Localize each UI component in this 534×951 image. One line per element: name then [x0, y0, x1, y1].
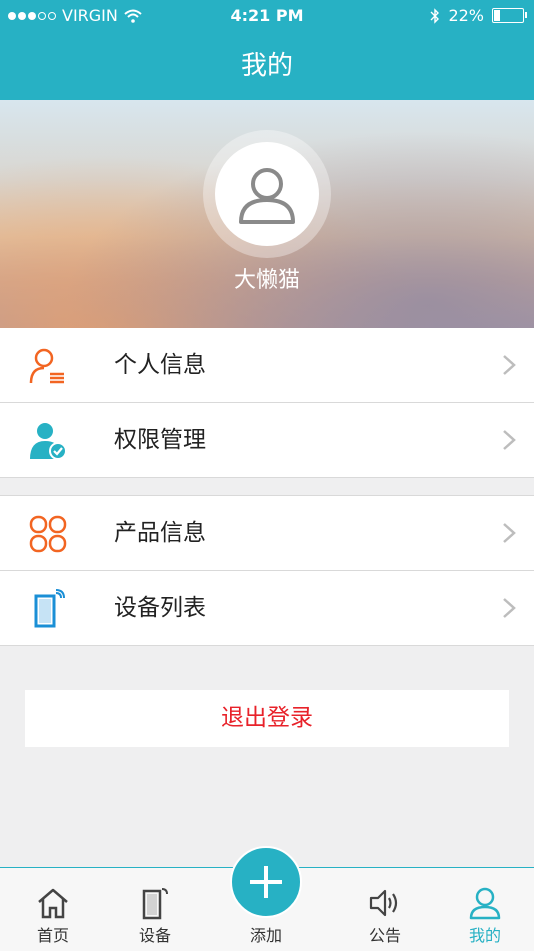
avatar[interactable] — [215, 142, 319, 246]
user-icon — [469, 887, 501, 920]
menu-item-device-list[interactable]: 设备列表 — [0, 571, 534, 646]
menu-item-label: 个人信息 — [114, 352, 206, 378]
tab-announcement[interactable]: 公告 — [344, 868, 426, 951]
personal-info-icon — [29, 348, 64, 384]
chevron-right-icon — [503, 355, 516, 375]
tab-label: 我的 — [468, 926, 501, 945]
device-icon — [142, 888, 168, 920]
status-right: 22% — [430, 6, 527, 25]
tab-mine[interactable]: 我的 — [444, 868, 526, 951]
user-avatar-icon — [239, 168, 295, 224]
device-list-icon — [34, 589, 65, 628]
menu-item-label: 产品信息 — [114, 520, 206, 546]
nav-bar: 我的 — [0, 32, 534, 100]
plus-icon — [250, 866, 282, 898]
menu-item-label: 权限管理 — [114, 427, 206, 453]
tab-label: 首页 — [36, 926, 69, 945]
menu-item-permission[interactable]: 权限管理 — [0, 403, 534, 478]
tab-add[interactable] — [230, 846, 302, 918]
menu-item-personal-info[interactable]: 个人信息 — [0, 328, 534, 403]
product-info-icon — [29, 515, 67, 553]
tab-label: 公告 — [368, 926, 401, 945]
status-bar: VIRGIN 4:21 PM 22% — [0, 0, 534, 32]
tab-add-label: 添加 — [249, 926, 282, 945]
chevron-right-icon — [503, 430, 516, 450]
menu-group-products: 产品信息 设备列表 — [0, 495, 534, 646]
battery-percent: 22% — [448, 6, 484, 25]
page-title: 我的 — [240, 51, 293, 81]
profile-header: 大懒猫 — [0, 100, 534, 328]
tab-label: 设备 — [138, 926, 171, 945]
speaker-icon — [369, 889, 398, 917]
chevron-right-icon — [503, 523, 516, 543]
tab-device[interactable]: 设备 — [114, 868, 196, 951]
avatar-ring — [203, 130, 331, 258]
username: 大懒猫 — [233, 268, 300, 293]
menu-item-label: 设备列表 — [114, 595, 206, 621]
bluetooth-icon — [430, 7, 440, 24]
tab-home[interactable]: 首页 — [12, 868, 94, 951]
permission-icon — [30, 423, 67, 460]
menu-group-account: 个人信息 权限管理 — [0, 328, 534, 478]
chevron-right-icon — [503, 598, 516, 618]
logout-button[interactable]: 退出登录 — [25, 690, 509, 747]
home-icon — [38, 888, 68, 919]
menu-item-product-info[interactable]: 产品信息 — [0, 496, 534, 571]
battery-icon — [492, 8, 527, 23]
